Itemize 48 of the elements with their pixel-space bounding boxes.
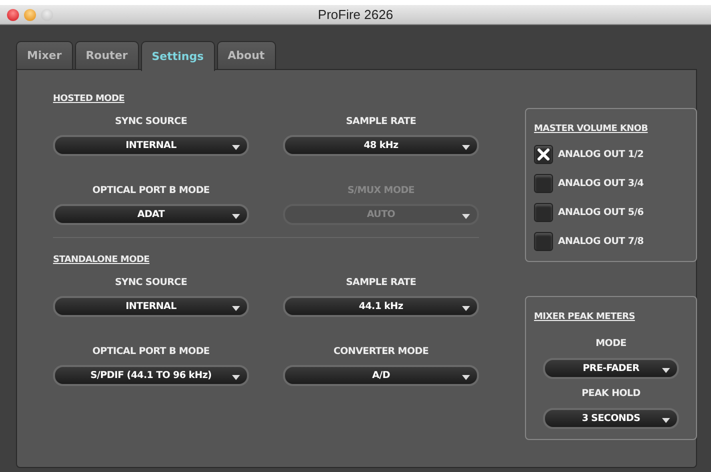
field-label: MODE xyxy=(596,338,626,349)
checkbox-label: ANALOG OUT 3/4 xyxy=(558,178,644,189)
checkbox-label: ANALOG OUT 5/6 xyxy=(558,207,644,218)
caret-icon xyxy=(232,214,240,219)
caret-icon xyxy=(662,418,670,423)
field-label: SYNC SOURCE xyxy=(114,277,188,288)
caret-icon xyxy=(662,368,670,373)
field-label: CONVERTER MODE xyxy=(333,346,429,357)
field-label: SAMPLE RATE xyxy=(346,277,416,288)
minimize-icon[interactable] xyxy=(24,8,36,20)
section-heading: STANDALONE MODE xyxy=(53,255,150,265)
panel-heading: MIXER PEAK METERS xyxy=(534,312,635,322)
section-heading: HOSTED MODE xyxy=(53,94,124,104)
checkbox[interactable] xyxy=(534,145,553,164)
checkbox-label: ANALOG OUT 7/8 xyxy=(558,236,644,247)
caret-icon xyxy=(462,145,470,150)
dropdown[interactable]: S/PDIF (44.1 TO 96 kHz) xyxy=(53,365,249,386)
close-icon[interactable] xyxy=(7,8,19,20)
caret-icon xyxy=(232,375,240,380)
tab[interactable]: Mixer xyxy=(16,41,73,69)
tab[interactable]: Router xyxy=(74,41,139,69)
dropdown[interactable]: PRE-FADER xyxy=(543,358,679,379)
caret-icon xyxy=(462,214,470,219)
field-label: OPTICAL PORT B MODE xyxy=(92,185,210,196)
zoom-icon xyxy=(41,8,53,20)
tab[interactable]: Settings xyxy=(140,41,215,71)
dropdown[interactable]: 48 kHz xyxy=(283,135,479,156)
field-label: OPTICAL PORT B MODE xyxy=(92,346,210,357)
caret-icon xyxy=(462,375,470,380)
field-label: PEAK HOLD xyxy=(582,388,640,399)
panel-heading: MASTER VOLUME KNOB xyxy=(534,124,648,134)
dropdown[interactable]: ADAT xyxy=(53,204,249,225)
dropdown[interactable]: 3 SECONDS xyxy=(543,408,679,429)
caret-icon xyxy=(232,145,240,150)
dropdown[interactable]: A/D xyxy=(283,365,479,386)
caret-icon xyxy=(232,306,240,311)
checkbox[interactable] xyxy=(534,232,553,251)
window-title: ProFire 2626 xyxy=(318,7,394,22)
dropdown[interactable]: INTERNAL xyxy=(53,296,249,317)
dropdown[interactable]: 44.1 kHz xyxy=(283,296,479,317)
checkbox-label: ANALOG OUT 1/2 xyxy=(558,149,644,160)
checkbox[interactable] xyxy=(534,203,553,222)
dropdown[interactable]: INTERNAL xyxy=(53,135,249,156)
checkbox[interactable] xyxy=(534,174,553,193)
tab[interactable]: About xyxy=(216,41,276,69)
field-label: SYNC SOURCE xyxy=(114,116,188,127)
field-label: SAMPLE RATE xyxy=(346,116,416,127)
caret-icon xyxy=(462,306,470,311)
